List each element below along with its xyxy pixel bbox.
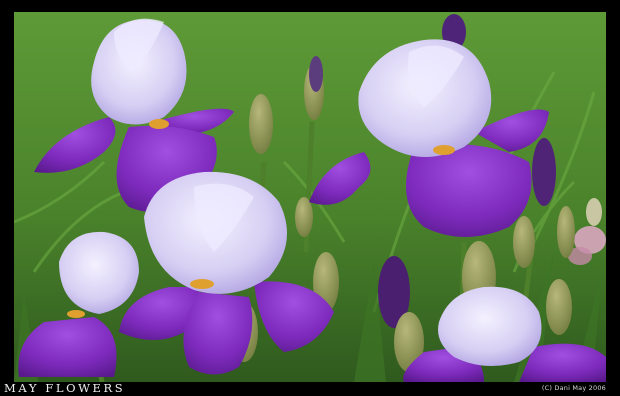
photo-frame: MAY FLOWERS (C) Dani May 2006 (0, 0, 620, 396)
photo-caption: MAY FLOWERS (4, 381, 126, 395)
copyright-credit: (C) Dani May 2006 (541, 384, 606, 392)
iris-photo (14, 12, 606, 382)
